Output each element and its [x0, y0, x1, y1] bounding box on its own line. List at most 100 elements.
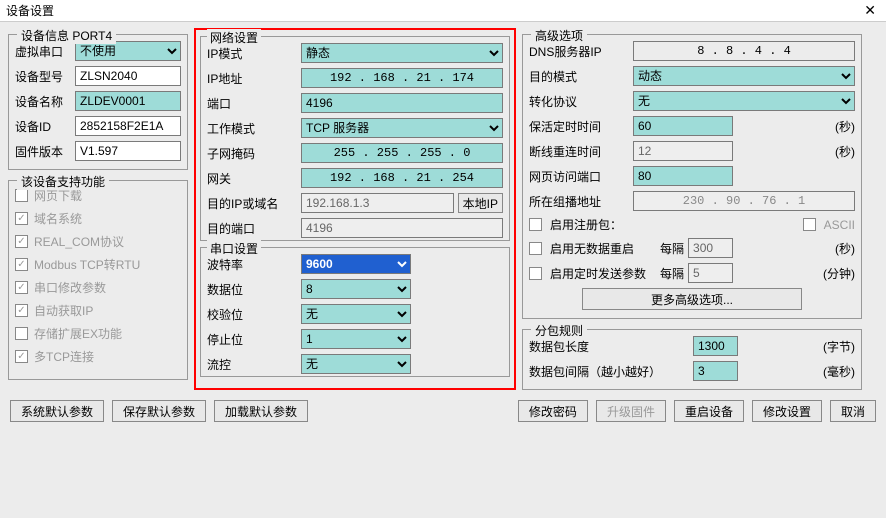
fw-input[interactable]: [75, 141, 181, 161]
multicast-label: 所在组播地址: [529, 193, 629, 210]
timed-every-label: 每隔: [660, 265, 684, 282]
work-mode-label: 工作模式: [207, 120, 297, 137]
dest-ip-label: 目的IP或域名: [207, 195, 297, 212]
pkt-interval-input[interactable]: [693, 361, 738, 381]
dest-mode-select[interactable]: 动态: [633, 66, 855, 86]
button-bar: 系统默认参数 保存默认参数 加载默认参数 修改密码 升级固件 重启设备 修改设置…: [0, 396, 886, 426]
name-input[interactable]: [75, 91, 181, 111]
reconnect-unit: (秒): [835, 143, 855, 160]
packet-rules-legend: 分包规则: [531, 322, 587, 339]
flow-label: 流控: [207, 356, 297, 373]
device-info-group: 设备信息 PORT4 虚拟串口 不使用 设备型号 设备名称 设备ID 固件版本: [8, 34, 188, 170]
reg-pkt-checkbox[interactable]: [529, 218, 542, 231]
dest-port-label: 目的端口: [207, 220, 297, 237]
ascii-checkbox[interactable]: [803, 218, 816, 231]
network-legend: 网络设置: [207, 29, 261, 46]
data-label: 数据位: [207, 281, 297, 298]
stop-label: 停止位: [207, 331, 297, 348]
flow-select[interactable]: 无: [301, 354, 411, 374]
virtual-serial-select[interactable]: 不使用: [75, 41, 181, 61]
ip-mode-label: IP模式: [207, 45, 297, 62]
nodata-every-label: 每隔: [660, 240, 684, 257]
port-input[interactable]: [301, 93, 503, 113]
chk-auto-ip: ✓自动获取IP: [15, 302, 181, 319]
chk-storage-ex: 存储扩展EX功能: [15, 325, 181, 342]
nodata-unit: (秒): [835, 240, 855, 257]
dest-port-input[interactable]: [301, 218, 503, 238]
stop-select[interactable]: 1: [301, 329, 411, 349]
titlebar: 设备设置 ✕: [0, 0, 886, 22]
reboot-button[interactable]: 重启设备: [674, 400, 744, 422]
pkt-interval-label: 数据包间隔（越小越好）: [529, 363, 689, 380]
gw-input[interactable]: 192 . 168 . 21 . 254: [301, 168, 503, 188]
work-mode-select[interactable]: TCP 服务器: [301, 118, 503, 138]
upgrade-firmware-button[interactable]: 升级固件: [596, 400, 666, 422]
model-input[interactable]: [75, 66, 181, 86]
cancel-button[interactable]: 取消: [830, 400, 876, 422]
load-default-button[interactable]: 加载默认参数: [214, 400, 308, 422]
nodata-checkbox[interactable]: [529, 242, 542, 255]
advanced-legend: 高级选项: [531, 27, 587, 44]
close-icon[interactable]: ✕: [860, 2, 880, 19]
parity-label: 校验位: [207, 306, 297, 323]
ip-mode-select[interactable]: 静态: [301, 43, 503, 63]
change-password-button[interactable]: 修改密码: [518, 400, 588, 422]
id-input[interactable]: [75, 116, 181, 136]
advanced-group: 高级选项 DNS服务器IP8 . 8 . 4 . 4 目的模式动态 转化协议无 …: [522, 34, 862, 319]
features-group: 该设备支持功能 网页下载 ✓域名系统 ✓REAL_COM协议 ✓Modbus T…: [8, 180, 188, 380]
nodata-label: 启用无数据重启: [550, 240, 656, 257]
chk-multi-tcp: ✓多TCP连接: [15, 348, 181, 365]
reconnect-input[interactable]: [633, 141, 733, 161]
timed-label: 启用定时发送参数: [550, 265, 656, 282]
data-select[interactable]: 8: [301, 279, 411, 299]
nodata-input[interactable]: [688, 238, 733, 258]
id-label: 设备ID: [15, 118, 71, 135]
port-label: 端口: [207, 95, 297, 112]
apply-button[interactable]: 修改设置: [752, 400, 822, 422]
webport-label: 网页访问端口: [529, 168, 629, 185]
proto-select[interactable]: 无: [633, 91, 855, 111]
more-advanced-button[interactable]: 更多高级选项...: [582, 288, 802, 310]
pkt-len-unit: (字节): [823, 338, 855, 355]
timed-checkbox[interactable]: [529, 267, 542, 280]
name-label: 设备名称: [15, 93, 71, 110]
keepalive-input[interactable]: [633, 116, 733, 136]
dns-input[interactable]: 8 . 8 . 4 . 4: [633, 41, 855, 61]
reg-pkt-label: 启用注册包：: [550, 216, 622, 233]
keepalive-unit: (秒): [835, 118, 855, 135]
pkt-len-input[interactable]: [693, 336, 738, 356]
ip-addr-input[interactable]: 192 . 168 . 21 . 174: [301, 68, 503, 88]
timed-unit: (分钟): [823, 265, 855, 282]
serial-legend: 串口设置: [207, 240, 261, 257]
proto-label: 转化协议: [529, 93, 629, 110]
sys-default-button[interactable]: 系统默认参数: [10, 400, 104, 422]
local-ip-button[interactable]: 本地IP: [458, 193, 503, 213]
timed-input[interactable]: [688, 263, 733, 283]
virtual-serial-label: 虚拟串口: [15, 43, 71, 60]
mask-input[interactable]: 255 . 255 . 255 . 0: [301, 143, 503, 163]
ip-addr-label: IP地址: [207, 70, 297, 87]
features-legend: 该设备支持功能: [17, 173, 109, 190]
chk-modbus: ✓Modbus TCP转RTU: [15, 256, 181, 273]
dns-label: DNS服务器IP: [529, 43, 629, 60]
mask-label: 子网掩码: [207, 145, 297, 162]
device-info-legend: 设备信息 PORT4: [17, 27, 116, 44]
baud-label: 波特率: [207, 256, 297, 273]
gw-label: 网关: [207, 170, 297, 187]
network-group: 网络设置 IP模式静态 IP地址192 . 168 . 21 . 174 端口 …: [200, 36, 510, 241]
baud-select[interactable]: 9600: [301, 254, 411, 274]
chk-serial-mod: ✓串口修改参数: [15, 279, 181, 296]
reconnect-label: 断线重连时间: [529, 143, 629, 160]
fw-label: 固件版本: [15, 143, 71, 160]
dest-ip-input[interactable]: [301, 193, 454, 213]
keepalive-label: 保活定时时间: [529, 118, 629, 135]
pkt-interval-unit: (毫秒): [823, 363, 855, 380]
webport-input[interactable]: [633, 166, 733, 186]
ascii-label: ASCII: [824, 218, 855, 232]
window-title: 设备设置: [6, 2, 860, 19]
save-default-button[interactable]: 保存默认参数: [112, 400, 206, 422]
multicast-input[interactable]: 230 . 90 . 76 . 1: [633, 191, 855, 211]
parity-select[interactable]: 无: [301, 304, 411, 324]
serial-group: 串口设置 波特率9600 数据位8 校验位无 停止位1 流控无: [200, 247, 510, 377]
dest-mode-label: 目的模式: [529, 68, 629, 85]
